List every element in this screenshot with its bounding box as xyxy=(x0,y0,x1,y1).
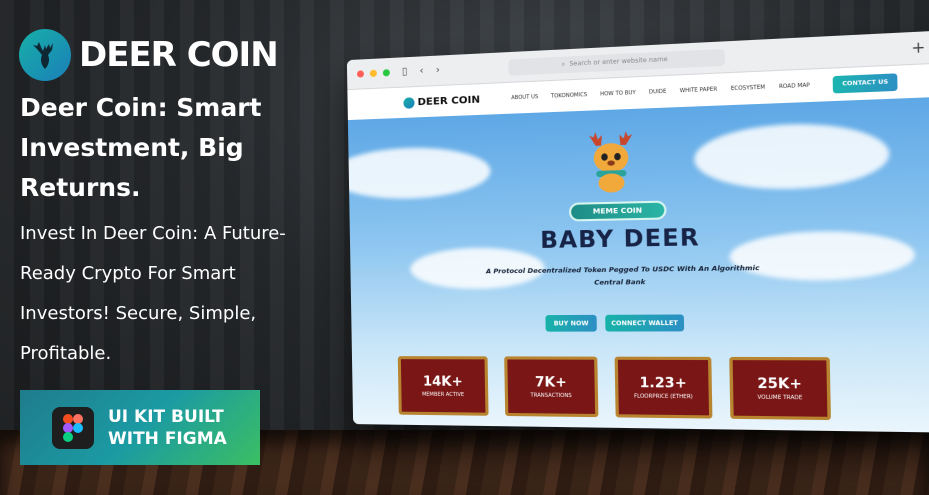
stat-label: MEMBER ACTIVE xyxy=(421,391,465,398)
figma-badge-line1: UI KIT BUILT xyxy=(108,406,224,427)
figma-badge-text: UI KIT BUILT WITH FIGMA xyxy=(108,406,227,450)
contact-us-button[interactable]: CONTACT US xyxy=(832,73,898,94)
meme-coin-pill: MEME COIN xyxy=(568,200,667,222)
stat-value: 7K+ xyxy=(534,374,567,391)
stat-value: 25K+ xyxy=(757,375,803,393)
sidebar-icon[interactable]: ▯ xyxy=(402,66,408,77)
stat-label: FLOORPRICE (ETHER) xyxy=(633,392,693,400)
forward-icon[interactable]: › xyxy=(436,65,440,76)
figma-icon xyxy=(52,406,94,449)
stat-card: 14K+ MEMBER ACTIVE xyxy=(397,356,489,416)
deer-logo-icon xyxy=(403,96,415,109)
stat-label: VOLUME TRADE xyxy=(757,393,803,401)
connect-wallet-button[interactable]: CONNECT WALLET xyxy=(605,314,685,332)
deer-mascot-icon xyxy=(580,130,642,195)
minimize-dot-icon[interactable] xyxy=(369,69,377,78)
cloud xyxy=(347,145,491,201)
subline: Invest In Deer Coin: A Future-Ready Cryp… xyxy=(20,223,286,364)
stat-label: TRANSACTIONS xyxy=(530,392,572,399)
nav-tokonomics[interactable]: TOKONOMICS xyxy=(551,92,587,100)
nav-how-to-buy[interactable]: HOW TO BUY xyxy=(600,90,636,98)
nav-ecosystem[interactable]: ECOSYSTEM xyxy=(731,84,766,92)
brand-name: DEER COIN xyxy=(79,35,279,75)
hero-section: MEME COIN BABY DEER A Protocol Decentral… xyxy=(347,95,929,433)
url-bar[interactable]: ⌕ Search or enter website name xyxy=(507,48,725,76)
stat-card: 1.23+ FLOORPRICE (ETHER) xyxy=(614,356,713,419)
brand: DEER COIN xyxy=(19,29,279,81)
url-placeholder: Search or enter website name xyxy=(569,55,668,68)
nav-white-paper[interactable]: WHITE PAPER xyxy=(680,86,718,94)
maximize-dot-icon[interactable] xyxy=(382,69,390,77)
cloud xyxy=(693,120,890,192)
site-logo[interactable]: DEER COIN xyxy=(403,93,481,109)
search-icon: ⌕ xyxy=(561,60,566,68)
browser-mockup: ▯ ‹ › ⌕ Search or enter website name + ⧉… xyxy=(346,29,929,440)
site-logo-text: DEER COIN xyxy=(417,93,481,108)
new-tab-icon[interactable]: + xyxy=(911,39,925,57)
nav-duide[interactable]: DUIDE xyxy=(649,89,667,96)
stat-card: 7K+ TRANSACTIONS xyxy=(504,356,599,418)
figma-badge-line2: WITH FIGMA xyxy=(108,428,227,449)
stat-card: 25K+ VOLUME TRADE xyxy=(729,356,831,421)
buy-now-button[interactable]: BUY NOW xyxy=(545,314,597,332)
deer-logo-icon xyxy=(19,29,71,81)
headline: Deer Coin: Smart Investment, Big Returns… xyxy=(20,93,262,202)
browser-window: ▯ ‹ › ⌕ Search or enter website name + ⧉… xyxy=(346,29,929,433)
close-dot-icon[interactable] xyxy=(356,70,364,78)
back-icon[interactable]: ‹ xyxy=(419,65,423,76)
hero-tagline: A Protocol Decentralized Token Pegged To… xyxy=(485,263,760,287)
stat-value: 14K+ xyxy=(422,373,463,390)
figma-badge: UI KIT BUILT WITH FIGMA xyxy=(20,390,260,465)
nav-about-us[interactable]: ABOUT US xyxy=(511,94,538,101)
stat-value: 1.23+ xyxy=(639,375,687,392)
nav-road-map[interactable]: ROAD MAP xyxy=(779,83,810,91)
